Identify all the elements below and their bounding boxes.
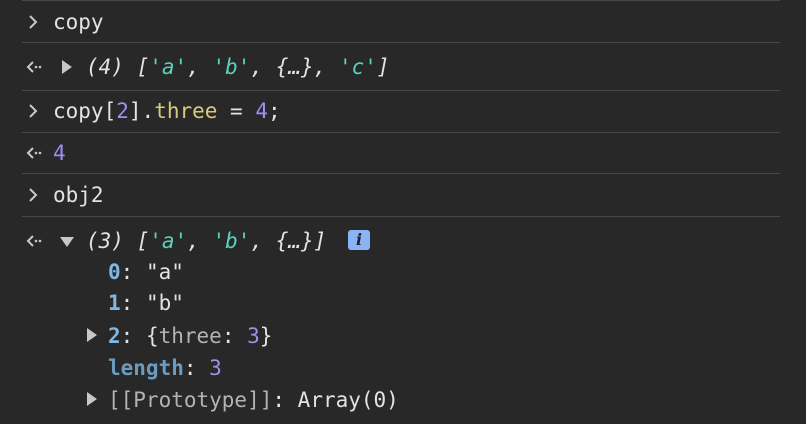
tree-sep: : (120, 291, 146, 315)
console-input-text: obj2 (53, 183, 104, 207)
array-count: (3) (86, 229, 124, 253)
tree-key: [[Prototype]] (108, 388, 273, 412)
chevron-right-icon (29, 104, 38, 118)
tree-key: 2 (108, 324, 121, 348)
expand-triangle-icon[interactable] (87, 392, 97, 406)
tree-value: 3 (209, 356, 222, 380)
console-input-text: copy[2].three = 4; (53, 91, 281, 131)
code-punct: [ (103, 99, 117, 123)
tree-value: { (145, 324, 159, 348)
console-result-row[interactable]: (3) ['a', 'b', {…}] (0, 221, 806, 261)
array-count: (4) (86, 55, 124, 79)
expand-triangle-icon[interactable] (87, 328, 97, 342)
result-value: 4 (53, 141, 66, 165)
chevron-right-icon (29, 188, 38, 202)
array-item: 'c' (338, 55, 377, 79)
info-icon[interactable]: i (348, 230, 370, 250)
return-arrow-icon (26, 61, 42, 73)
tree-sep: : (272, 388, 298, 412)
array-item: 'b' (212, 229, 251, 253)
code-operator: = (217, 99, 256, 123)
tree-value: } (259, 324, 273, 348)
console-result-row[interactable]: 4 (0, 133, 806, 173)
separator (22, 216, 780, 217)
code-punct: ]. (128, 99, 155, 123)
tree-key: 0 (108, 260, 121, 284)
separator (22, 0, 780, 1)
tree-row[interactable]: 2: {three: 3} (108, 320, 272, 352)
separator (22, 42, 780, 43)
array-preview[interactable]: (3) ['a', 'b', {…}] (86, 221, 326, 261)
code-punct: ; (268, 99, 281, 123)
tree-key: 1 (108, 291, 121, 315)
tree-sep: : (183, 356, 210, 380)
tree-row: 0: "a" (108, 256, 184, 288)
array-preview[interactable]: (4) ['a', 'b', {…}, 'c'] (86, 47, 390, 87)
array-item: {…} (275, 55, 314, 79)
tree-row[interactable]: [[Prototype]]: Array(0) (108, 384, 399, 416)
chevron-right-icon (29, 15, 38, 29)
tree-key: length (108, 356, 184, 380)
tree-row: length: 3 (108, 352, 222, 384)
tree-sep: : (120, 260, 146, 284)
tree-value: "b" (145, 291, 184, 315)
separator (22, 173, 780, 174)
array-item: 'a' (149, 55, 188, 79)
array-item: {…} (275, 229, 314, 253)
return-arrow-icon (26, 235, 42, 247)
tree-sep: : (221, 324, 248, 348)
tree-value: "a" (145, 260, 184, 284)
tree-value-number: 3 (247, 324, 260, 348)
tree-row: 1: "b" (108, 287, 184, 319)
code-identifier: copy (53, 99, 104, 123)
code-number: 2 (116, 99, 129, 123)
console-input-row[interactable]: copy (0, 2, 806, 42)
collapse-triangle-icon[interactable] (60, 237, 74, 247)
return-arrow-icon (26, 147, 42, 159)
array-item: 'b' (212, 55, 251, 79)
code-number: 4 (255, 99, 268, 123)
code-property: three (154, 99, 218, 123)
tree-value: Array(0) (297, 388, 399, 412)
array-item: 'a' (149, 229, 188, 253)
tree-value-key: three (158, 324, 222, 348)
expand-triangle-icon[interactable] (62, 60, 72, 74)
console-input-row[interactable]: copy[2].three = 4; (0, 91, 806, 131)
tree-sep: : (120, 324, 146, 348)
console-input-row[interactable]: obj2 (0, 175, 806, 215)
console-input-text: copy (53, 10, 104, 34)
console-result-row[interactable]: (4) ['a', 'b', {…}, 'c'] (0, 47, 806, 87)
